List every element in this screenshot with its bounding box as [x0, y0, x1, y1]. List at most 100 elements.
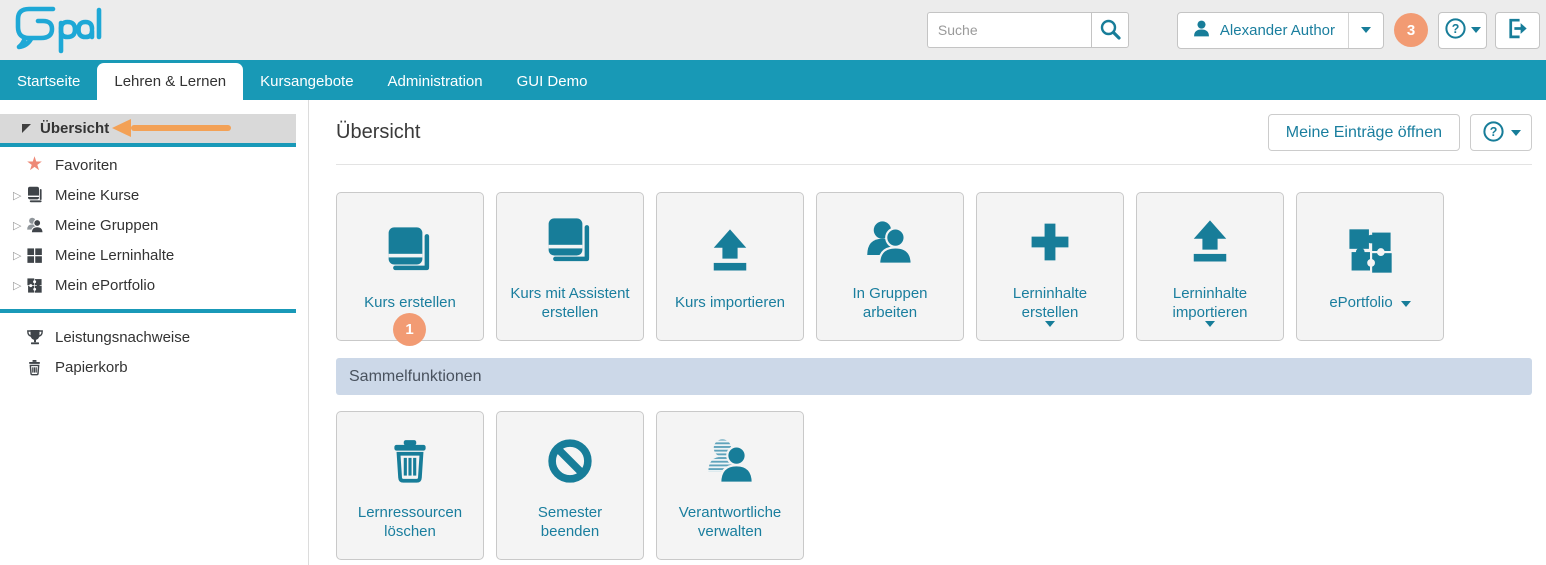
search-input[interactable] [927, 12, 1091, 48]
tile-label: Lerninhalte importieren [1150, 285, 1270, 323]
sidebar-item-meine-lerninhalte[interactable]: Meine Lerninhalte [0, 240, 308, 270]
tree-collapsed-icon[interactable] [0, 219, 26, 232]
chevron-down-icon [1205, 321, 1215, 327]
tile-label: Lerninhalte erstellen [990, 285, 1110, 323]
trash-icon [26, 359, 55, 376]
svg-text:?: ? [1452, 22, 1460, 36]
section-header-sammelfunktionen: Sammelfunktionen [336, 358, 1532, 395]
tree-collapsed-icon[interactable] [0, 249, 26, 262]
tab-gui-demo[interactable]: GUI Demo [500, 63, 605, 100]
chevron-down-icon [1361, 27, 1371, 33]
tile-label: Kurs erstellen [350, 294, 470, 313]
chevron-down-icon [1401, 301, 1411, 307]
tab-administration[interactable]: Administration [371, 63, 500, 100]
sidebar-item-meine-gruppen[interactable]: Meine Gruppen [0, 210, 308, 240]
tab-lehren-lernen[interactable]: Lehren & Lernen [97, 63, 243, 100]
tile-label: Verantwortliche verwalten [670, 504, 790, 542]
sidebar-item-uebersicht[interactable]: Übersicht [0, 114, 296, 147]
sidebar-item-label: Meine Lerninhalte [55, 247, 174, 264]
tile-semester-beenden[interactable]: Semester beenden [496, 411, 644, 560]
tile-label: In Gruppen arbeiten [830, 285, 950, 323]
tile-verantwortliche-verwalten[interactable]: Verantwortliche verwalten [656, 411, 804, 560]
sidebar-item-label: Favoriten [55, 157, 118, 174]
help-icon: ? [1482, 120, 1505, 146]
upload-icon [704, 220, 756, 282]
tile-lerninhalte-erstellen[interactable]: Lerninhalte erstellen [976, 192, 1124, 341]
sidebar-item-label: Leistungsnachweise [55, 329, 190, 346]
user-icon [1191, 18, 1212, 42]
main-nav: Startseite Lehren & Lernen Kursangebote … [0, 60, 1546, 100]
book-icon [543, 211, 597, 273]
people-icon [864, 211, 916, 273]
user-menu-group: Alexander Author [1177, 12, 1384, 49]
header-divider [336, 164, 1532, 165]
bulk-function-tiles: Lernressourcen löschen Semester beenden [336, 411, 1532, 560]
chevron-down-icon [1511, 130, 1521, 136]
tile-label: Kurs mit Assistent erstellen [510, 285, 630, 323]
sidebar-item-favoriten[interactable]: Favoriten [0, 150, 308, 180]
trophy-icon [26, 328, 55, 346]
ban-icon [544, 430, 596, 492]
help-menu-button[interactable]: ? [1438, 12, 1487, 49]
sidebar-item-label: Meine Gruppen [55, 217, 158, 234]
manage-people-icon [704, 430, 756, 492]
topbar: Alexander Author 3 ? [0, 0, 1546, 60]
user-name: Alexander Author [1220, 22, 1335, 39]
sidebar-tools: Leistungsnachweise Papierkorb [0, 322, 308, 382]
sidebar-item-meine-kurse[interactable]: Meine Kurse [0, 180, 308, 210]
trash-icon [385, 430, 435, 492]
search-group [927, 12, 1129, 48]
sidebar-item-label: Mein ePortfolio [55, 277, 155, 294]
puzzle-icon [1344, 220, 1396, 282]
main-content: Übersicht Meine Einträge öffnen ? [309, 100, 1546, 565]
grid-icon [26, 247, 55, 264]
quickstart-tiles: Kurs erstellen 1 Kurs mit Assistent erst… [336, 192, 1532, 341]
logout-icon [1505, 16, 1530, 44]
search-icon [1098, 17, 1122, 44]
book-icon [383, 220, 437, 282]
search-button[interactable] [1091, 12, 1129, 48]
logout-button[interactable] [1495, 12, 1540, 49]
sidebar-divider [0, 309, 296, 313]
sidebar: Übersicht Favoriten [0, 100, 309, 565]
svg-text:?: ? [1489, 124, 1497, 138]
user-menu-button[interactable]: Alexander Author [1178, 13, 1348, 48]
tile-in-gruppen-arbeiten[interactable]: In Gruppen arbeiten [816, 192, 964, 341]
tab-startseite[interactable]: Startseite [0, 63, 97, 100]
opal-logo[interactable] [12, 2, 104, 59]
chevron-down-icon [1045, 321, 1055, 327]
tile-kurs-importieren[interactable]: Kurs importieren [656, 192, 804, 341]
page-title: Übersicht [336, 121, 420, 144]
sidebar-item-leistungsnachweise[interactable]: Leistungsnachweise [0, 322, 308, 352]
people-icon [26, 216, 55, 234]
chevron-down-icon [1471, 27, 1481, 33]
notification-badge[interactable]: 3 [1394, 13, 1428, 47]
annotation-badge: 1 [393, 313, 426, 346]
sidebar-item-mein-eportfolio[interactable]: Mein ePortfolio [0, 270, 308, 300]
sidebar-tree: Favoriten Meine Kurse [0, 150, 308, 300]
tile-label: Lernressourcen löschen [350, 504, 470, 542]
sidebar-item-label: Papierkorb [55, 359, 128, 376]
star-icon [26, 156, 55, 174]
tree-collapsed-icon[interactable] [0, 189, 26, 202]
tile-eportfolio[interactable]: ePortfolio [1296, 192, 1444, 341]
plus-icon [1024, 211, 1076, 273]
puzzle-icon [26, 277, 55, 294]
tree-expanded-icon[interactable] [22, 124, 31, 133]
tile-kurs-mit-assistent[interactable]: Kurs mit Assistent erstellen [496, 192, 644, 341]
tab-kursangebote[interactable]: Kursangebote [243, 63, 370, 100]
tree-collapsed-icon[interactable] [0, 279, 26, 292]
sidebar-item-papierkorb[interactable]: Papierkorb [0, 352, 308, 382]
tile-label: ePortfolio [1329, 294, 1392, 313]
tile-kurs-erstellen[interactable]: Kurs erstellen 1 [336, 192, 484, 341]
book-icon [26, 186, 55, 204]
tile-lerninhalte-importieren[interactable]: Lerninhalte importieren [1136, 192, 1284, 341]
sidebar-item-label: Meine Kurse [55, 187, 139, 204]
tile-label: Kurs importieren [670, 294, 790, 313]
open-entries-button[interactable]: Meine Einträge öffnen [1268, 114, 1460, 151]
page-help-button[interactable]: ? [1470, 114, 1532, 151]
user-menu-caret-button[interactable] [1348, 13, 1383, 48]
upload-icon [1184, 211, 1236, 273]
tile-lernressourcen-loeschen[interactable]: Lernressourcen löschen [336, 411, 484, 560]
tile-label: Semester beenden [510, 504, 630, 542]
